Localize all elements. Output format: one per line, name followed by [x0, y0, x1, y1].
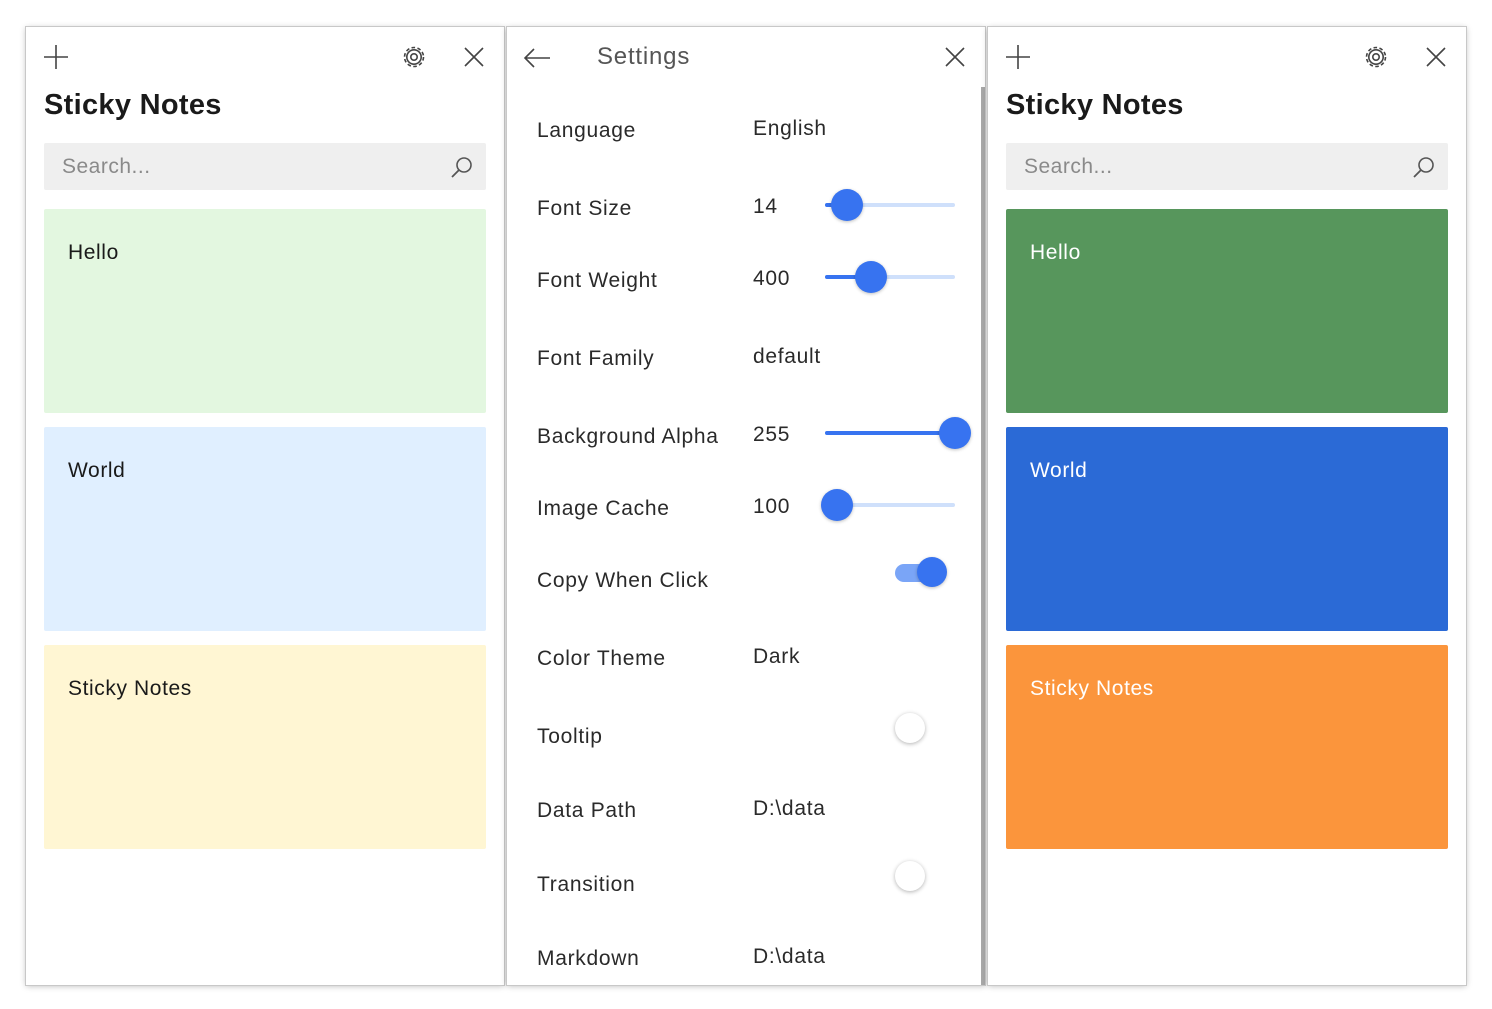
setting-label: Font Size	[537, 197, 633, 220]
markdown-path-value[interactable]: D:\data	[753, 945, 826, 969]
close-icon[interactable]	[457, 40, 491, 74]
slider-thumb[interactable]	[939, 417, 971, 449]
setting-value: 400	[753, 267, 791, 290]
font-size-slider[interactable]	[825, 185, 955, 225]
setting-image-cache: Image Cache 100	[537, 489, 965, 537]
setting-value: 255	[753, 423, 791, 446]
note-card[interactable]: World	[44, 427, 486, 631]
data-path-value[interactable]: D:\data	[753, 797, 826, 821]
scrollbar[interactable]	[981, 87, 985, 985]
setting-label: Tooltip	[537, 725, 603, 748]
note-card[interactable]: Hello	[44, 209, 486, 413]
transition-toggle[interactable]	[893, 859, 947, 893]
setting-font-size: Font Size 14	[537, 189, 965, 237]
notes-window-light: Sticky Notes Hello World Sticky Notes	[26, 27, 504, 985]
background-alpha-slider[interactable]	[825, 413, 971, 453]
plus-icon[interactable]	[1001, 40, 1035, 74]
setting-label: Image Cache	[537, 497, 670, 520]
note-text: Hello	[1030, 241, 1081, 264]
slider-thumb[interactable]	[820, 489, 853, 521]
setting-label: Language	[537, 119, 637, 142]
note-text: Hello	[68, 241, 119, 264]
setting-markdown: Markdown D:\data	[537, 945, 965, 985]
arrow-left-icon[interactable]	[520, 41, 554, 75]
app-title: Sticky Notes	[44, 89, 222, 121]
setting-value: 100	[753, 495, 791, 518]
gear-icon[interactable]	[397, 40, 431, 74]
search-bar	[44, 143, 486, 190]
setting-label: Font Weight	[537, 269, 658, 292]
close-icon[interactable]	[1419, 40, 1453, 74]
setting-font-family: Font Family default	[537, 345, 965, 387]
search-icon[interactable]	[1404, 147, 1444, 187]
slider-thumb[interactable]	[831, 189, 864, 221]
setting-label: Transition	[537, 873, 636, 896]
color-theme-select[interactable]: Dark	[753, 645, 800, 669]
gear-icon[interactable]	[1359, 40, 1393, 74]
search-input[interactable]	[44, 143, 442, 190]
toggle-knob	[917, 557, 947, 587]
setting-label: Data Path	[537, 799, 637, 822]
setting-font-weight: Font Weight 400	[537, 261, 965, 309]
setting-value: 14	[753, 195, 778, 218]
setting-tooltip: Tooltip	[537, 713, 965, 765]
toggle-knob	[895, 861, 925, 891]
slider-fill	[825, 431, 955, 435]
title-bar	[26, 27, 504, 87]
note-card[interactable]: Sticky Notes	[44, 645, 486, 849]
settings-window: Settings Language English Font Size 14 F…	[507, 27, 985, 985]
setting-label: Font Family	[537, 347, 655, 370]
setting-transition: Transition	[537, 861, 965, 913]
note-text: Sticky Notes	[68, 677, 192, 700]
note-text: Sticky Notes	[1030, 677, 1154, 700]
setting-label: Background Alpha	[537, 425, 719, 448]
setting-label: Markdown	[537, 947, 640, 970]
plus-icon[interactable]	[39, 40, 73, 74]
setting-label: Color Theme	[537, 647, 666, 670]
copy-when-click-toggle[interactable]	[893, 555, 947, 589]
search-input[interactable]	[1006, 143, 1404, 190]
toggle-knob	[895, 713, 925, 743]
setting-color-theme: Color Theme Dark	[537, 645, 965, 687]
app-title: Sticky Notes	[1006, 89, 1184, 121]
setting-data-path: Data Path D:\data	[537, 797, 965, 839]
setting-background-alpha: Background Alpha 255	[537, 417, 971, 465]
font-family-select[interactable]: default	[753, 345, 821, 369]
setting-copy-when-click: Copy When Click	[537, 557, 965, 609]
image-cache-slider[interactable]	[820, 485, 955, 525]
close-icon[interactable]	[938, 40, 972, 74]
search-bar	[1006, 143, 1448, 190]
setting-label: Copy When Click	[537, 569, 709, 592]
setting-language: Language English	[537, 117, 965, 159]
font-weight-slider[interactable]	[825, 257, 955, 297]
note-card[interactable]: World	[1006, 427, 1448, 631]
tooltip-toggle[interactable]	[893, 711, 947, 745]
note-card[interactable]: Hello	[1006, 209, 1448, 413]
note-text: World	[1030, 459, 1088, 482]
note-text: World	[68, 459, 126, 482]
settings-title: Settings	[597, 43, 691, 70]
slider-thumb[interactable]	[854, 261, 887, 293]
note-card[interactable]: Sticky Notes	[1006, 645, 1448, 849]
notes-window-dark: Sticky Notes Hello World Sticky Notes	[988, 27, 1466, 985]
search-icon[interactable]	[442, 147, 482, 187]
title-bar: Settings	[507, 27, 985, 87]
title-bar	[988, 27, 1466, 87]
language-select[interactable]: English	[753, 117, 827, 141]
